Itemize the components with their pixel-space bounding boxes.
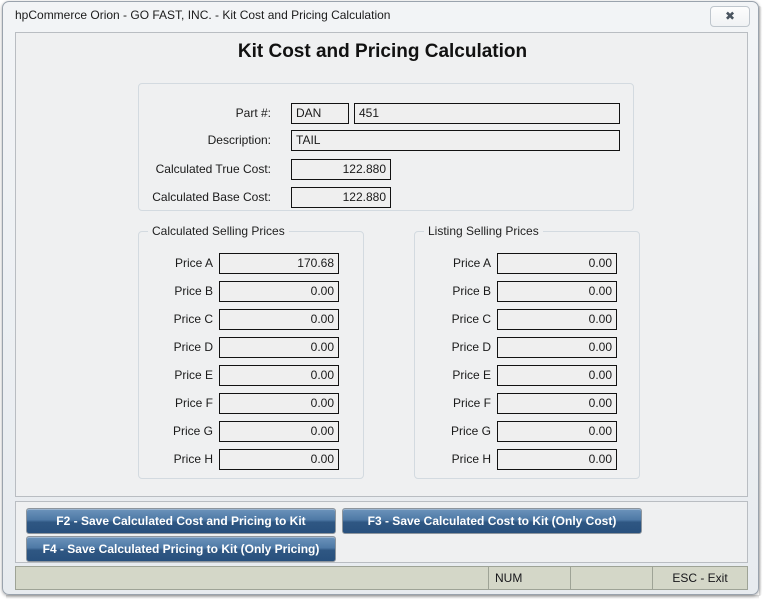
list-price-d-input[interactable]: 0.00 (497, 337, 617, 358)
status-blank-cell (571, 567, 653, 589)
list-price-h-label: Price H (451, 452, 491, 466)
close-icon: ✖ (724, 9, 736, 23)
calc-price-b-label: Price B (174, 284, 213, 298)
calc-price-f-label: Price F (174, 396, 213, 410)
status-message-cell (16, 567, 489, 589)
calculated-selling-prices-title: Calculated Selling Prices (148, 224, 289, 238)
part-number-prefix-input[interactable]: DAN (291, 103, 349, 124)
main-content-panel: Kit Cost and Pricing Calculation Part #:… (15, 32, 748, 497)
save-pricing-only-button[interactable]: F4 - Save Calculated Pricing to Kit (Onl… (26, 536, 336, 562)
list-price-b-input[interactable]: 0.00 (497, 281, 617, 302)
calc-price-c-label: Price C (173, 312, 213, 326)
list-price-a-label: Price A (452, 256, 491, 270)
list-price-c-input[interactable]: 0.00 (497, 309, 617, 330)
calculated-selling-prices-group: Calculated Selling Prices Price A 170.68… (138, 224, 364, 479)
calc-price-f-input[interactable]: 0.00 (219, 393, 339, 414)
part-info-group: Part #: DAN 451 Description: TAIL Calcul… (138, 83, 634, 211)
calculated-base-cost-label: Calculated Base Cost: (152, 190, 271, 204)
list-price-g-input[interactable]: 0.00 (497, 421, 617, 442)
window-shadow-right (759, 6, 762, 596)
listing-selling-prices-title: Listing Selling Prices (424, 224, 543, 238)
description-input[interactable]: TAIL (291, 130, 620, 151)
save-cost-only-button[interactable]: F3 - Save Calculated Cost to Kit (Only C… (342, 508, 642, 534)
status-esc-exit-cell[interactable]: ESC - Exit (653, 567, 747, 589)
calculated-true-cost-label: Calculated True Cost: (155, 162, 271, 176)
part-number-label: Part #: (235, 106, 271, 120)
calculated-base-cost-input[interactable]: 122.880 (291, 187, 391, 208)
window-title: hpCommerce Orion - GO FAST, INC. - Kit C… (15, 8, 391, 22)
list-price-f-label: Price F (452, 396, 491, 410)
calc-price-g-label: Price G (172, 424, 213, 438)
list-price-a-input[interactable]: 0.00 (497, 253, 617, 274)
action-button-panel: F2 - Save Calculated Cost and Pricing to… (15, 501, 748, 563)
calc-price-e-label: Price E (174, 368, 213, 382)
calc-price-e-input[interactable]: 0.00 (219, 365, 339, 386)
page-title: Kit Cost and Pricing Calculation (237, 41, 528, 62)
list-price-d-label: Price D (451, 340, 491, 354)
part-number-input[interactable]: 451 (354, 103, 620, 124)
list-price-e-input[interactable]: 0.00 (497, 365, 617, 386)
calculated-true-cost-input[interactable]: 122.880 (291, 159, 391, 180)
description-label: Description: (207, 133, 271, 147)
calc-price-c-input[interactable]: 0.00 (219, 309, 339, 330)
calc-price-d-input[interactable]: 0.00 (219, 337, 339, 358)
save-cost-and-pricing-button[interactable]: F2 - Save Calculated Cost and Pricing to… (26, 508, 336, 534)
application-window: hpCommerce Orion - GO FAST, INC. - Kit C… (2, 1, 759, 595)
title-bar: hpCommerce Orion - GO FAST, INC. - Kit C… (3, 2, 758, 30)
calc-price-b-input[interactable]: 0.00 (219, 281, 339, 302)
list-price-g-label: Price G (450, 424, 491, 438)
calc-price-a-input[interactable]: 170.68 (219, 253, 339, 274)
list-price-e-label: Price E (452, 368, 491, 382)
list-price-f-input[interactable]: 0.00 (497, 393, 617, 414)
list-price-c-label: Price C (451, 312, 491, 326)
window-shadow-bottom (6, 595, 759, 599)
calc-price-d-label: Price D (173, 340, 213, 354)
calc-price-g-input[interactable]: 0.00 (219, 421, 339, 442)
status-bar: NUM ESC - Exit (15, 566, 748, 590)
status-num-cell: NUM (489, 567, 571, 589)
calc-price-a-label: Price A (174, 256, 213, 270)
close-button[interactable]: ✖ (710, 6, 750, 27)
list-price-b-label: Price B (452, 284, 491, 298)
listing-selling-prices-group: Listing Selling Prices Price A 0.00 Pric… (414, 224, 640, 479)
calc-price-h-label: Price H (173, 452, 213, 466)
list-price-h-input[interactable]: 0.00 (497, 449, 617, 470)
calc-price-h-input[interactable]: 0.00 (219, 449, 339, 470)
